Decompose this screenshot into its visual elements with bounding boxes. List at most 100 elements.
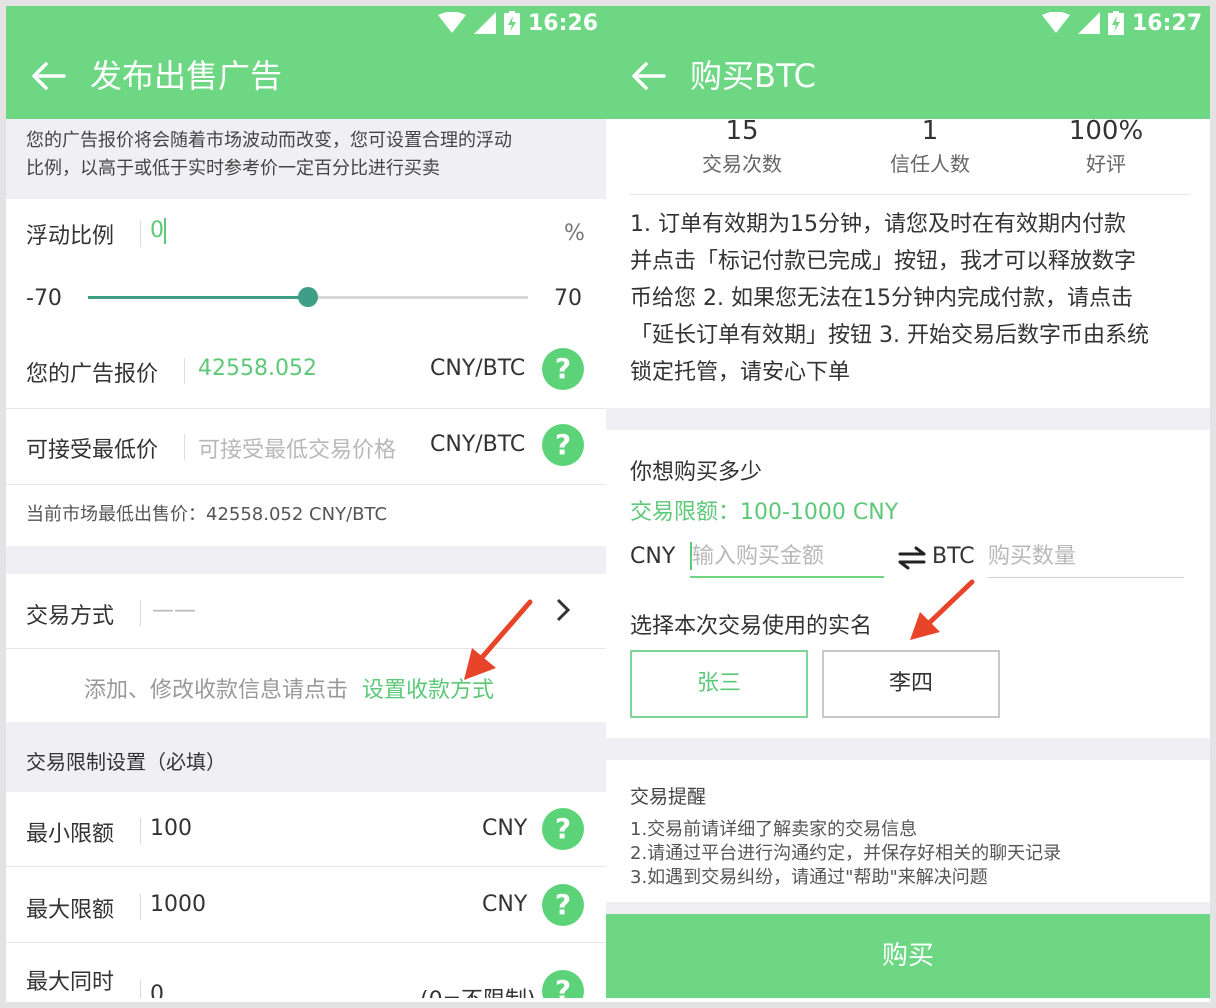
- page-title: 购买BTC: [690, 57, 816, 95]
- stat-trust-label: 信任人数: [890, 152, 970, 176]
- payment-hint-text: 添加、修改收款信息请点击: [84, 678, 349, 703]
- separator: [140, 980, 141, 998]
- trade-method-value: ——: [152, 598, 196, 623]
- stat-trades-label: 交易次数: [702, 152, 782, 176]
- cny-amount-input[interactable]: 输入购买金额: [690, 538, 884, 578]
- separator: [140, 600, 141, 626]
- divider: [6, 484, 606, 485]
- swap-arrows-icon[interactable]: [896, 546, 928, 570]
- trade-method-label: 交易方式: [26, 604, 115, 629]
- min-limit-input[interactable]: 100: [150, 816, 192, 841]
- trade-limit-text: 交易限额：100-1000 CNY: [630, 500, 899, 525]
- max-concurrent-input[interactable]: 0: [150, 982, 164, 998]
- battery-icon: [1107, 11, 1124, 35]
- terms-line: 1. 订单有效期为15分钟，请您及时在有效期内付款: [630, 212, 1126, 237]
- float-ratio-label: 浮动比例: [26, 224, 115, 249]
- btc-label: BTC: [932, 544, 975, 569]
- choose-name-label: 选择本次交易使用的实名: [630, 614, 873, 639]
- market-low-price: 当前市场最低出售价：42558.052 CNY/BTC: [26, 504, 388, 525]
- reminder-item: 2.请通过平台进行沟通约定，并保存好相关的聊天记录: [630, 843, 1062, 864]
- back-arrow-icon[interactable]: [630, 56, 670, 96]
- reminder-item: 1.交易前请详细了解卖家的交易信息: [630, 819, 918, 840]
- stat-trust-value: 1: [921, 116, 939, 146]
- section-gap: [6, 546, 606, 574]
- status-bar: 16:27: [1041, 10, 1202, 36]
- stat-rating-label: 好评: [1086, 152, 1126, 176]
- stat-rating-value: 100%: [1068, 116, 1144, 146]
- terms-line: 「延长订单有效期」按钮 3. 开始交易后数字币由系统: [630, 323, 1149, 348]
- name-option-lisi[interactable]: 李四: [822, 650, 1000, 718]
- reminder-list: 1.交易前请详细了解卖家的交易信息 2.请通过平台进行沟通约定，并保存好相关的聊…: [630, 818, 1061, 890]
- float-slider-fill: [88, 296, 308, 299]
- notice-box: 您的广告报价将会随着市场波动而改变，您可设置合理的浮动 比例，以高于或低于实时参…: [6, 119, 606, 199]
- max-limit-unit: CNY: [482, 892, 528, 917]
- max-limit-label: 最大限额: [26, 898, 115, 923]
- separator: [184, 434, 185, 460]
- slider-max-label: 70: [554, 286, 582, 311]
- max-limit-input[interactable]: 1000: [150, 892, 206, 917]
- notice-line-1: 您的广告报价将会随着市场波动而改变，您可设置合理的浮动: [26, 130, 512, 151]
- payment-hint-row: 添加、修改收款信息请点击 设置收款方式: [84, 672, 494, 704]
- signal-icon: [473, 12, 496, 34]
- limits-header: 交易限制设置（必填）: [26, 750, 226, 774]
- clock: 16:27: [1131, 10, 1202, 36]
- app-bar: 16:27 购买BTC: [606, 6, 1210, 119]
- back-arrow-icon[interactable]: [30, 56, 70, 96]
- divider: [630, 194, 1190, 195]
- reminder-title: 交易提醒: [630, 786, 707, 808]
- terms-line: 并点击「标记付款已完成」按钮，我才可以释放数字: [630, 249, 1137, 274]
- signal-icon: [1077, 12, 1100, 34]
- stat-trades-value: 15: [725, 116, 759, 146]
- float-ratio-input[interactable]: 0: [150, 214, 450, 248]
- ad-price-label: 您的广告报价: [26, 362, 159, 387]
- divider: [6, 942, 606, 943]
- help-icon[interactable]: ?: [542, 884, 584, 926]
- min-price-unit: CNY/BTC: [430, 432, 526, 457]
- terms-line: 币给您 2. 如果您无法在15分钟内完成付款，请点击: [630, 286, 1133, 311]
- help-icon[interactable]: ?: [542, 808, 584, 850]
- separator: [184, 358, 185, 384]
- section-gap: [606, 408, 1210, 430]
- percent-unit: %: [564, 221, 585, 246]
- max-concurrent-unit: (0=不限制): [420, 982, 536, 998]
- max-concurrent-label: 最大同时: [26, 970, 115, 995]
- help-icon[interactable]: ?: [542, 970, 584, 998]
- ad-price-unit: CNY/BTC: [430, 356, 526, 381]
- cny-label: CNY: [630, 544, 676, 569]
- status-bar: 16:26: [437, 10, 598, 36]
- app-bar: 16:26 发布出售广告: [6, 6, 606, 119]
- btc-quantity-input[interactable]: 购买数量: [988, 538, 1184, 578]
- how-much-label: 你想购买多少: [630, 460, 763, 485]
- page-title: 发布出售广告: [90, 57, 283, 95]
- section-gap: [606, 738, 1210, 760]
- buy-button[interactable]: 购买: [606, 914, 1210, 998]
- terms-line: 锁定托管，请安心下单: [630, 360, 851, 385]
- limits-header-box: 交易限制设置（必填）: [6, 722, 606, 792]
- chevron-right-icon[interactable]: [554, 596, 572, 624]
- sell-ad-screen: 16:26 发布出售广告 您的广告报价将会随着市场波动而改变，您可设置合理的浮动…: [6, 6, 606, 998]
- buy-btc-screen: 16:27 购买BTC 15 1 100% 交易次数 信任人数 好评 1. 订单…: [606, 6, 1210, 998]
- help-icon[interactable]: ?: [542, 424, 584, 466]
- min-price-label: 可接受最低价: [26, 438, 159, 463]
- float-slider-thumb[interactable]: [298, 287, 318, 307]
- clock: 16:26: [527, 10, 598, 36]
- separator: [140, 221, 141, 247]
- separator: [140, 894, 141, 920]
- help-icon[interactable]: ?: [542, 348, 584, 390]
- min-price-input[interactable]: 可接受最低交易价格: [198, 432, 396, 464]
- wifi-icon: [1041, 12, 1070, 33]
- min-limit-unit: CNY: [482, 816, 528, 841]
- notice-line-2: 比例，以高于或低于实时参考价一定百分比进行买卖: [26, 158, 440, 179]
- name-option-zhangsan[interactable]: 张三: [630, 650, 808, 718]
- annotation-arrow-icon: [910, 579, 975, 640]
- divider: [6, 866, 606, 867]
- order-terms: 1. 订单有效期为15分钟，请您及时在有效期内付款 并点击「标记付款已完成」按钮…: [630, 206, 1149, 391]
- battery-icon: [503, 11, 520, 35]
- min-limit-label: 最小限额: [26, 822, 115, 847]
- ad-price-value: 42558.052: [198, 356, 317, 381]
- divider: [6, 408, 606, 409]
- separator: [140, 818, 141, 844]
- slider-min-label: -70: [26, 286, 62, 311]
- seller-stats: 15 1 100% 交易次数 信任人数 好评: [606, 106, 1210, 196]
- annotation-arrow-icon: [464, 599, 533, 680]
